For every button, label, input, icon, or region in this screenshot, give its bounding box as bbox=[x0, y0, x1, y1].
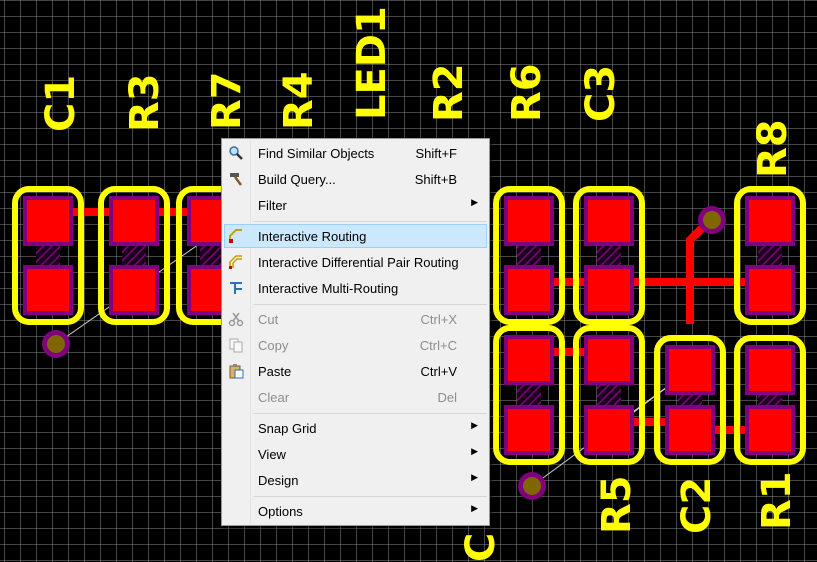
pad-2 bbox=[508, 409, 550, 451]
pad-1 bbox=[669, 349, 711, 391]
menu-item-clear[interactable]: Clear Del bbox=[224, 385, 487, 409]
menu-separator bbox=[253, 413, 487, 414]
menu-item-label: Build Query... bbox=[258, 172, 336, 187]
pad-2 bbox=[749, 269, 791, 311]
pad-1 bbox=[749, 200, 791, 242]
submenu-arrow-icon: ▶ bbox=[471, 420, 478, 430]
designator-r6: R6 bbox=[504, 63, 550, 122]
menu-separator bbox=[253, 221, 487, 222]
pad-2 bbox=[588, 409, 630, 451]
designator-c2: C2 bbox=[674, 477, 720, 534]
designator-r1: R1 bbox=[754, 471, 800, 530]
submenu-arrow-icon: ▶ bbox=[471, 472, 478, 482]
submenu-arrow-icon: ▶ bbox=[471, 446, 478, 456]
menu-item-shortcut: Shift+F bbox=[415, 146, 457, 161]
designator-c1: C1 bbox=[38, 75, 84, 132]
submenu-arrow-icon: ▶ bbox=[471, 503, 478, 513]
menu-item-find-similar-objects[interactable]: Find Similar Objects Shift+F bbox=[224, 141, 487, 165]
pad-1 bbox=[113, 200, 155, 242]
menu-item-paste[interactable]: Paste Ctrl+V bbox=[224, 359, 487, 383]
menu-item-interactive-differential-pair-routing[interactable]: Interactive Differential Pair Routing bbox=[224, 250, 487, 274]
paste-icon bbox=[228, 363, 244, 379]
menu-item-label: Interactive Multi-Routing bbox=[258, 281, 399, 296]
diff-pair-route-icon bbox=[228, 254, 244, 270]
menu-item-label: Paste bbox=[258, 364, 292, 379]
designator-led1: LED1 bbox=[349, 6, 395, 120]
designator-r4: R4 bbox=[276, 71, 322, 130]
menu-item-cut[interactable]: Cut Ctrl+X bbox=[224, 307, 487, 331]
menu-item-shortcut: Ctrl+C bbox=[419, 338, 457, 353]
menu-item-label: Cut bbox=[258, 312, 279, 327]
designator-c3: C3 bbox=[578, 65, 624, 122]
designator-r2: R2 bbox=[426, 63, 472, 122]
menu-item-label: Filter bbox=[258, 198, 287, 213]
menu-item-filter[interactable]: Filter ▶ bbox=[224, 193, 487, 217]
menu-item-options[interactable]: Options ▶ bbox=[224, 499, 487, 523]
menu-item-shortcut: Del bbox=[437, 390, 457, 405]
designator-r8: R8 bbox=[750, 119, 796, 178]
menu-item-snap-grid[interactable]: Snap Grid ▶ bbox=[224, 416, 487, 440]
pad-2 bbox=[508, 269, 550, 311]
magnifier-icon bbox=[228, 145, 244, 161]
submenu-arrow-icon: ▶ bbox=[471, 197, 478, 207]
menu-item-label: Interactive Routing bbox=[258, 229, 367, 244]
designator-r3: R3 bbox=[122, 73, 168, 132]
hammer-icon bbox=[228, 171, 244, 187]
context-menu: Find Similar Objects Shift+F Build Query..… bbox=[221, 138, 490, 526]
copy-icon bbox=[228, 337, 244, 353]
pad-1 bbox=[27, 200, 69, 242]
multi-route-icon bbox=[228, 280, 244, 296]
pad-2 bbox=[27, 269, 69, 311]
menu-item-label: View bbox=[258, 447, 286, 462]
pad-1 bbox=[508, 200, 550, 242]
menu-separator bbox=[253, 304, 487, 305]
pad-2 bbox=[749, 409, 791, 451]
scissors-icon bbox=[228, 311, 244, 327]
menu-item-label: Interactive Differential Pair Routing bbox=[258, 255, 459, 270]
pad-2 bbox=[669, 409, 711, 451]
route-icon bbox=[228, 228, 244, 244]
pad-1 bbox=[588, 339, 630, 381]
pad-1 bbox=[749, 349, 791, 391]
designator-r7: R7 bbox=[204, 71, 250, 130]
designator-r5: R5 bbox=[594, 475, 640, 534]
menu-separator bbox=[253, 496, 487, 497]
menu-item-label: Snap Grid bbox=[258, 421, 317, 436]
menu-item-shortcut: Ctrl+V bbox=[420, 364, 457, 379]
designator-c-partial: C bbox=[458, 533, 504, 562]
menu-item-copy[interactable]: Copy Ctrl+C bbox=[224, 333, 487, 357]
menu-item-build-query[interactable]: Build Query... Shift+B bbox=[224, 167, 487, 191]
menu-item-label: Design bbox=[258, 473, 299, 488]
menu-item-design[interactable]: Design ▶ bbox=[224, 468, 487, 492]
menu-item-shortcut: Ctrl+X bbox=[420, 312, 457, 327]
pad-1 bbox=[588, 200, 630, 242]
pad-1 bbox=[508, 339, 550, 381]
menu-item-shortcut: Shift+B bbox=[414, 172, 457, 187]
menu-item-label: Copy bbox=[258, 338, 289, 353]
pad-2 bbox=[588, 269, 630, 311]
menu-item-label: Options bbox=[258, 504, 303, 519]
menu-item-interactive-multi-routing[interactable]: Interactive Multi-Routing bbox=[224, 276, 487, 300]
menu-item-label: Clear bbox=[258, 390, 290, 405]
pad-2 bbox=[113, 269, 155, 311]
menu-item-label: Find Similar Objects bbox=[258, 146, 375, 161]
menu-item-view[interactable]: View ▶ bbox=[224, 442, 487, 466]
menu-item-interactive-routing[interactable]: Interactive Routing bbox=[224, 224, 487, 248]
